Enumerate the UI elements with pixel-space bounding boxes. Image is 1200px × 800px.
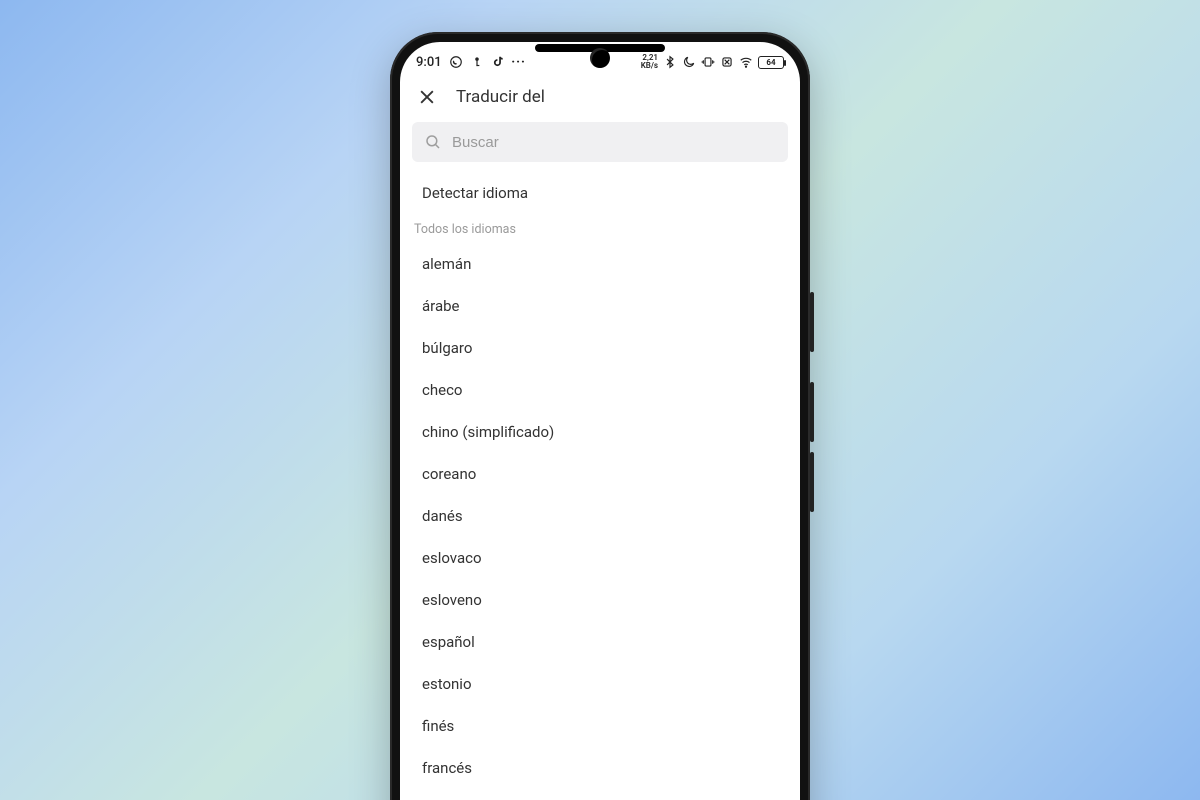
status-bar: 9:01 ··· 2,21 KB/s <box>400 42 800 76</box>
page-title: Traducir del <box>456 87 545 107</box>
close-button[interactable] <box>416 86 438 108</box>
list-item[interactable]: estonio <box>400 663 800 705</box>
whatsapp-icon <box>449 55 463 69</box>
sim-disabled-icon <box>720 55 734 69</box>
list-item[interactable]: francés <box>400 747 800 789</box>
dnd-moon-icon <box>682 55 696 69</box>
vibrate-icon <box>701 55 715 69</box>
status-right: 2,21 KB/s 64 <box>641 54 784 70</box>
list-item[interactable]: checo <box>400 369 800 411</box>
status-left: 9:01 ··· <box>416 55 526 70</box>
list-item[interactable]: esloveno <box>400 579 800 621</box>
camera-hole <box>590 48 610 68</box>
battery-level: 64 <box>766 58 775 67</box>
list-item[interactable]: danés <box>400 495 800 537</box>
network-rate-unit: KB/s <box>641 62 658 70</box>
detect-language-option[interactable]: Detectar idioma <box>400 168 800 218</box>
list-item[interactable]: español <box>400 621 800 663</box>
network-rate: 2,21 KB/s <box>641 54 658 70</box>
battery-icon: 64 <box>758 56 784 69</box>
list-item[interactable]: eslovaco <box>400 537 800 579</box>
search-icon <box>424 133 442 151</box>
list-item[interactable]: búlgaro <box>400 327 800 369</box>
screen: 9:01 ··· 2,21 KB/s <box>400 42 800 800</box>
list-item[interactable]: finés <box>400 705 800 747</box>
bluetooth-icon <box>663 55 677 69</box>
search-wrap <box>400 122 800 168</box>
phone-frame: 9:01 ··· 2,21 KB/s <box>390 32 810 800</box>
tiktok-icon <box>491 55 505 69</box>
list-item[interactable]: chino (simplificado) <box>400 411 800 453</box>
search-input[interactable] <box>452 134 776 151</box>
language-list: alemán árabe búlgaro checo chino (simpli… <box>400 243 800 789</box>
list-item[interactable]: árabe <box>400 285 800 327</box>
wifi-icon <box>739 55 753 69</box>
app-header: Traducir del <box>400 76 800 122</box>
all-languages-label: Todos los idiomas <box>400 218 800 243</box>
list-item[interactable]: alemán <box>400 243 800 285</box>
close-icon <box>417 87 437 107</box>
list-item[interactable]: coreano <box>400 453 800 495</box>
key-icon <box>470 55 484 69</box>
more-icon: ··· <box>512 55 526 69</box>
search-box[interactable] <box>412 122 788 162</box>
status-time: 9:01 <box>416 55 442 70</box>
